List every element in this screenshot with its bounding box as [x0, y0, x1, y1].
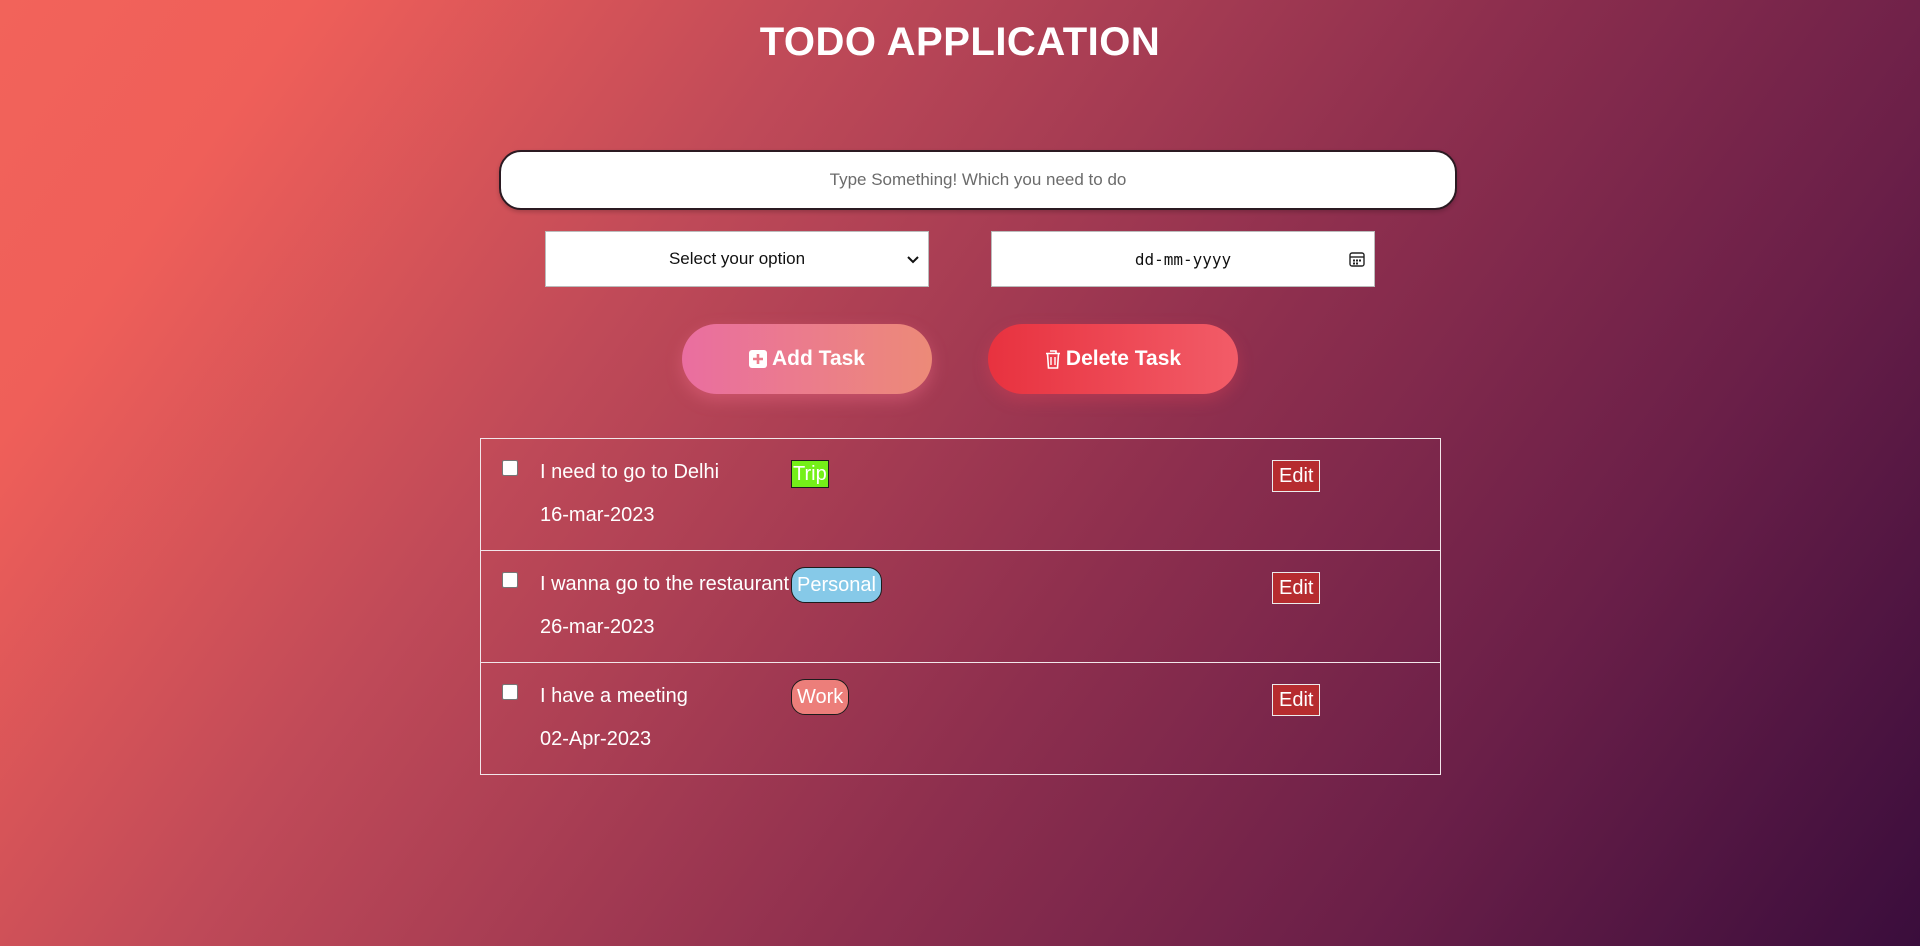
task-tag-work: Work	[791, 679, 850, 715]
date-input[interactable]: dd-mm-yyyy	[991, 231, 1375, 287]
edit-button[interactable]: Edit	[1272, 684, 1321, 716]
delete-task-label: Delete Task	[1065, 347, 1182, 370]
edit-button[interactable]: Edit	[1272, 460, 1321, 492]
chevron-down-icon	[907, 256, 919, 264]
trash-icon	[1045, 349, 1060, 369]
calendar-icon[interactable]	[1348, 250, 1366, 268]
edit-button[interactable]: Edit	[1272, 572, 1321, 604]
task-date: 26-mar-2023	[540, 616, 655, 638]
task-row: I wanna go to the restaurant Personal 26…	[480, 550, 1441, 663]
task-tag-personal: Personal	[791, 567, 882, 603]
task-row: I need to go to Delhi Trip 16-mar-2023 E…	[480, 438, 1441, 551]
task-tag-trip: Trip	[791, 460, 829, 488]
date-input-placeholder: dd-mm-yyyy	[1134, 249, 1232, 269]
task-checkbox[interactable]	[502, 460, 518, 476]
add-task-button[interactable]: Add Task	[682, 324, 932, 394]
category-select[interactable]: Select your option	[545, 231, 929, 287]
task-row: I have a meeting Work 02-Apr-2023 Edit	[480, 662, 1441, 775]
add-task-label: Add Task	[772, 347, 865, 370]
task-text: I wanna go to the restaurant	[540, 573, 790, 595]
page-title: TODO APPLICATION	[0, 20, 1920, 65]
task-date: 02-Apr-2023	[540, 728, 652, 750]
page-title-text: TODO APPLICATION	[759, 20, 1161, 64]
task-date: 16-mar-2023	[540, 504, 655, 526]
task-list: I need to go to Delhi Trip 16-mar-2023 E…	[480, 438, 1441, 775]
task-input[interactable]	[499, 150, 1457, 210]
category-select-value: Select your option	[668, 249, 806, 268]
plus-square-icon	[749, 350, 768, 368]
task-text: I have a meeting	[540, 685, 688, 707]
delete-task-button[interactable]: Delete Task	[988, 324, 1238, 394]
task-text: I need to go to Delhi	[540, 461, 720, 483]
task-checkbox[interactable]	[502, 684, 518, 700]
task-checkbox[interactable]	[502, 572, 518, 588]
